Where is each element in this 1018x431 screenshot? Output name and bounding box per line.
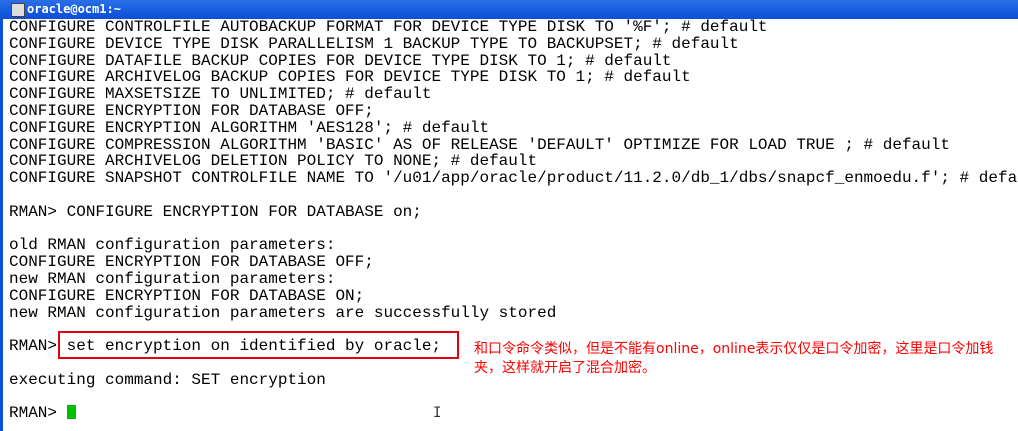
terminal-line: CONFIGURE ENCRYPTION FOR DATABASE OFF; (9, 253, 374, 272)
rman-prompt: RMAN> (9, 404, 67, 423)
window-border (0, 19, 3, 431)
terminal-app-icon[interactable] (11, 3, 25, 17)
terminal-line: CONFIGURE DATAFILE BACKUP COPIES FOR DEV… (9, 51, 672, 70)
terminal-line: CONFIGURE SNAPSHOT CONTROLFILE NAME TO '… (9, 169, 1018, 188)
terminal-line: CONFIGURE ARCHIVELOG BACKUP COPIES FOR D… (9, 68, 691, 87)
terminal-line: RMAN> CONFIGURE ENCRYPTION FOR DATABASE … (9, 202, 422, 221)
terminal-line: new RMAN configuration parameters are su… (9, 303, 557, 322)
text-cursor (66, 405, 76, 420)
terminal-line: CONFIGURE COMPRESSION ALGORITHM 'BASIC' … (9, 135, 950, 154)
ibeam-cursor-icon: I (433, 405, 442, 421)
terminal-line: CONFIGURE ENCRYPTION ALGORITHM 'AES128';… (9, 118, 490, 137)
prompt-line[interactable]: RMAN> (9, 405, 1018, 422)
terminal-line: CONFIGURE DEVICE TYPE DISK PARALLELISM 1… (9, 34, 739, 53)
terminal-line: old RMAN configuration parameters: (9, 236, 336, 255)
terminal-line: CONFIGURE CONTROLFILE AUTOBACKUP FORMAT … (9, 18, 768, 36)
terminal-line: CONFIGURE ENCRYPTION FOR DATABASE ON; (9, 286, 365, 305)
terminal-line: CONFIGURE ARCHIVELOG DELETION POLICY TO … (9, 152, 538, 171)
terminal-line: new RMAN configuration parameters: (9, 269, 336, 288)
terminal-line: CONFIGURE ENCRYPTION FOR DATABASE OFF; (9, 101, 374, 120)
terminal-line: CONFIGURE MAXSETSIZE TO UNLIMITED; # def… (9, 85, 432, 104)
window-title: oracle@ocm1:~ (27, 2, 121, 16)
title-bar: oracle@ocm1:~ (0, 0, 1018, 19)
annotation-note: 和口令命令类似，但是不能有online，online表示仅仅是口令加密，这里是口… (474, 341, 994, 376)
